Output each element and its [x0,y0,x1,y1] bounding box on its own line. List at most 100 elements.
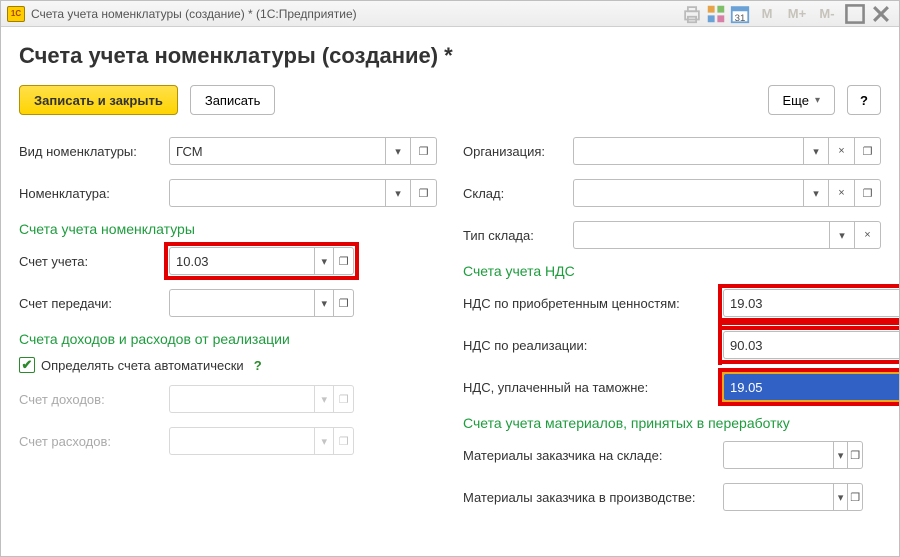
row-expense: Счет расходов: ▾ ❐ [19,427,437,455]
clear-icon[interactable]: × [829,137,855,165]
clear-icon[interactable]: × [829,179,855,207]
warehouse-input: ▾ × ❐ [573,179,881,207]
titlebar: 1С Счета учета номенклатуры (создание) *… [1,1,899,27]
dropdown-icon[interactable]: ▾ [803,137,829,165]
nomenclature-field[interactable] [169,179,385,207]
app-icon: 1С [7,6,25,22]
vat-purchase-input: ▾ ❐ [723,289,899,317]
nomenclature-type-label: Вид номенклатуры: [19,144,169,159]
clear-icon[interactable]: × [855,221,881,249]
dropdown-icon: ▾ [314,427,334,455]
row-warehouse-type: Тип склада: ▾ × [463,221,881,249]
help-button[interactable]: ? [847,85,881,115]
dropdown-icon[interactable]: ▾ [314,247,334,275]
organization-field[interactable] [573,137,803,165]
materials-store-field[interactable] [723,441,833,469]
vat-sale-input: ▾ ❐ [723,331,899,359]
maximize-button[interactable] [843,4,867,24]
expense-input: ▾ ❐ [169,427,354,455]
vat-purchase-label: НДС по приобретенным ценностям: [463,296,723,311]
nomenclature-type-input: ▾ ❐ [169,137,437,165]
svg-text:31: 31 [735,12,746,23]
warehouse-label: Склад: [463,186,573,201]
vat-purchase-field[interactable] [723,289,899,317]
row-vat-sale: НДС по реализации: ▾ ❐ [463,331,881,359]
m-minus-button[interactable]: M- [813,4,841,24]
left-column: Вид номенклатуры: ▾ ❐ Номенклатура: ▾ ❐ [19,137,437,525]
dropdown-icon[interactable]: ▾ [833,483,848,511]
expense-field [169,427,314,455]
row-transfer-account: Счет передачи: ▾ ❐ [19,289,437,317]
vat-customs-label: НДС, уплаченный на таможне: [463,380,723,395]
account-input: ▾ ❐ [169,247,354,275]
income-label: Счет доходов: [19,392,169,407]
open-icon[interactable]: ❐ [334,289,354,317]
open-icon: ❐ [334,385,354,413]
row-materials-prod: Материалы заказчика в производстве: ▾ ❐ [463,483,881,511]
transfer-account-field[interactable] [169,289,314,317]
m-plus-button[interactable]: M+ [783,4,811,24]
warehouse-field[interactable] [573,179,803,207]
row-warehouse: Склад: ▾ × ❐ [463,179,881,207]
materials-prod-input: ▾ ❐ [723,483,863,511]
row-vat-purchase: НДС по приобретенным ценностям: ▾ ❐ [463,289,881,317]
row-account: Счет учета: ▾ ❐ [19,247,437,275]
row-income: Счет доходов: ▾ ❐ [19,385,437,413]
auto-accounts-label: Определять счета автоматически [41,358,244,373]
organization-input: ▾ × ❐ [573,137,881,165]
calendar-icon[interactable]: 31 [729,4,751,24]
dropdown-icon[interactable]: ▾ [385,137,411,165]
auto-accounts-row: ✔ Определять счета автоматически ? [19,357,437,373]
auto-accounts-checkbox[interactable]: ✔ [19,357,35,373]
transfer-account-label: Счет передачи: [19,296,169,311]
row-nomenclature-type: Вид номенклатуры: ▾ ❐ [19,137,437,165]
dropdown-icon[interactable]: ▾ [385,179,411,207]
auto-accounts-help-icon[interactable]: ? [254,358,262,373]
dropdown-icon: ▾ [314,385,334,413]
warehouse-type-input: ▾ × [573,221,881,249]
m-button[interactable]: M [753,4,781,24]
vat-sale-label: НДС по реализации: [463,338,723,353]
income-field [169,385,314,413]
group-materials-title: Счета учета материалов, принятых в перер… [463,415,881,431]
window-title: Счета учета номенклатуры (создание) * (1… [31,7,357,21]
save-button[interactable]: Записать [190,85,276,115]
form-title: Счета учета номенклатуры (создание) * [19,43,881,69]
nomenclature-label: Номенклатура: [19,186,169,201]
row-vat-customs: НДС, уплаченный на таможне: ▾ ❐ [463,373,881,401]
grid-icon[interactable] [705,4,727,24]
account-field[interactable] [169,247,314,275]
open-icon[interactable]: ❐ [334,247,354,275]
open-icon: ❐ [334,427,354,455]
open-icon[interactable]: ❐ [848,441,863,469]
app-window: 1С Счета учета номенклатуры (создание) *… [0,0,900,557]
open-icon[interactable]: ❐ [411,137,437,165]
vat-customs-field[interactable] [723,373,899,401]
row-organization: Организация: ▾ × ❐ [463,137,881,165]
open-icon[interactable]: ❐ [855,179,881,207]
materials-prod-field[interactable] [723,483,833,511]
warehouse-type-field[interactable] [573,221,829,249]
open-icon[interactable]: ❐ [848,483,863,511]
save-close-button[interactable]: Записать и закрыть [19,85,178,115]
income-input: ▾ ❐ [169,385,354,413]
print-icon[interactable] [681,4,703,24]
vat-sale-field[interactable] [723,331,899,359]
open-icon[interactable]: ❐ [855,137,881,165]
form-content: Счета учета номенклатуры (создание) * За… [1,27,899,556]
row-materials-store: Материалы заказчика на складе: ▾ ❐ [463,441,881,469]
materials-store-label: Материалы заказчика на складе: [463,448,723,463]
row-nomenclature: Номенклатура: ▾ ❐ [19,179,437,207]
open-icon[interactable]: ❐ [411,179,437,207]
close-button[interactable] [869,4,893,24]
nomenclature-input: ▾ ❐ [169,179,437,207]
nomenclature-type-field[interactable] [169,137,385,165]
group-accounts-title: Счета учета номенклатуры [19,221,437,237]
dropdown-icon[interactable]: ▾ [833,441,848,469]
dropdown-icon[interactable]: ▾ [829,221,855,249]
group-income-expense-title: Счета доходов и расходов от реализации [19,331,437,347]
transfer-account-input: ▾ ❐ [169,289,354,317]
dropdown-icon[interactable]: ▾ [314,289,334,317]
dropdown-icon[interactable]: ▾ [803,179,829,207]
more-button[interactable]: Еще [768,85,835,115]
